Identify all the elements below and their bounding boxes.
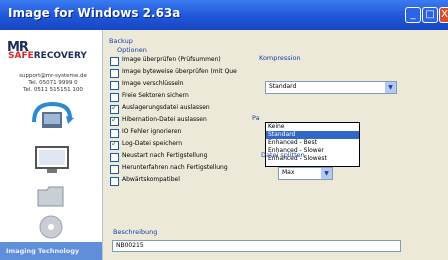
compression-dropdown-list: Keine Standard Enhanced - Best Enhanced …: [265, 122, 360, 167]
option-label: Hibernation-Datei auslassen: [122, 116, 207, 123]
option-label: Neustart nach Fertigstellung: [122, 152, 208, 159]
option-label: Image byteweise überprüfen (mit Que: [122, 68, 237, 75]
folder-icon: [37, 186, 64, 207]
option-label: Auslagerungsdatei auslassen: [122, 104, 210, 111]
option-label: Herunterfahren nach Fertigstellung: [122, 164, 228, 171]
checkbox-box[interactable]: [110, 81, 119, 90]
compression-option[interactable]: Standard: [266, 131, 359, 139]
checkbox-box[interactable]: [110, 165, 119, 174]
chevron-down-icon[interactable]: ▼: [385, 82, 396, 93]
contact-line: Tel. 05071 9999 0: [28, 80, 78, 86]
compression-value: Standard: [269, 83, 297, 90]
close-button[interactable]: X: [439, 7, 448, 23]
checkbox-box[interactable]: [110, 93, 119, 102]
chevron-down-icon[interactable]: ▼: [321, 168, 332, 179]
option-label: Image überprüfen (Prüfsummen): [122, 56, 221, 63]
contact-line: Tel. 0511 515151 100: [23, 87, 83, 93]
checkbox-box[interactable]: [110, 69, 119, 78]
checkbox-box[interactable]: [110, 115, 119, 126]
option-label: IO Fehler ignorieren: [122, 128, 182, 135]
option-label: Image verschlüsseln: [122, 80, 184, 87]
contact-info: support@mr-systeme.de Tel. 05071 9999 0 …: [6, 73, 100, 94]
section-label: Backup: [109, 37, 133, 45]
option-label: Freie Sektoren sichern: [122, 92, 189, 99]
description-label: Beschreibung: [113, 228, 158, 236]
mr-logo: MR SAFERECOVERY: [7, 40, 95, 62]
minimize-button[interactable]: _: [405, 7, 421, 23]
split-select[interactable]: Max ▼: [278, 167, 333, 180]
checkbox-box[interactable]: [110, 153, 119, 162]
disc-icon: [39, 215, 63, 239]
logo-safe: SAFE: [8, 51, 34, 61]
main-window: Image for Windows 2.63a _ □ X MR SAFEREC…: [0, 0, 448, 260]
checkbox-box[interactable]: [110, 139, 119, 150]
checkbox-box[interactable]: [110, 177, 119, 186]
split-label: Datei splitten: [261, 151, 305, 159]
description-input[interactable]: NB00215: [112, 240, 401, 252]
option-label: Abwärtskompatibel: [122, 176, 180, 183]
monitor-icon: [35, 146, 69, 173]
compression-option[interactable]: Enhanced - Best: [266, 139, 359, 147]
window-title: Image for Windows 2.63a: [8, 6, 181, 20]
logo-safe-recovery: SAFERECOVERY: [8, 51, 87, 61]
backup-arrows-icon: [32, 101, 74, 128]
sidebar-footer: Imaging Technology: [0, 242, 102, 260]
checkbox-box[interactable]: [110, 129, 119, 138]
logo-recovery: RECOVERY: [33, 51, 87, 61]
checkbox-box[interactable]: [110, 57, 119, 66]
contact-line: support@mr-systeme.de: [19, 73, 87, 79]
compression-option[interactable]: Keine: [266, 123, 359, 131]
compression-label: Kompression: [259, 54, 301, 62]
split-value: Max: [282, 169, 295, 176]
compression-select[interactable]: Standard ▼: [265, 81, 397, 94]
option-label: Log-Datei speichern: [122, 140, 183, 147]
password-label: Pa: [252, 114, 260, 122]
description-value: NB00215: [116, 242, 144, 249]
sidebar: MR SAFERECOVERY support@mr-systeme.de Te…: [0, 30, 103, 260]
checkbox-box[interactable]: [110, 103, 119, 114]
backup-panel: Backup Optionen Image überprüfen (Prüfsu…: [103, 30, 448, 260]
options-label: Optionen: [117, 46, 147, 54]
maximize-button[interactable]: □: [422, 7, 438, 23]
title-bar[interactable]: Image for Windows 2.63a _ □ X: [0, 0, 448, 30]
